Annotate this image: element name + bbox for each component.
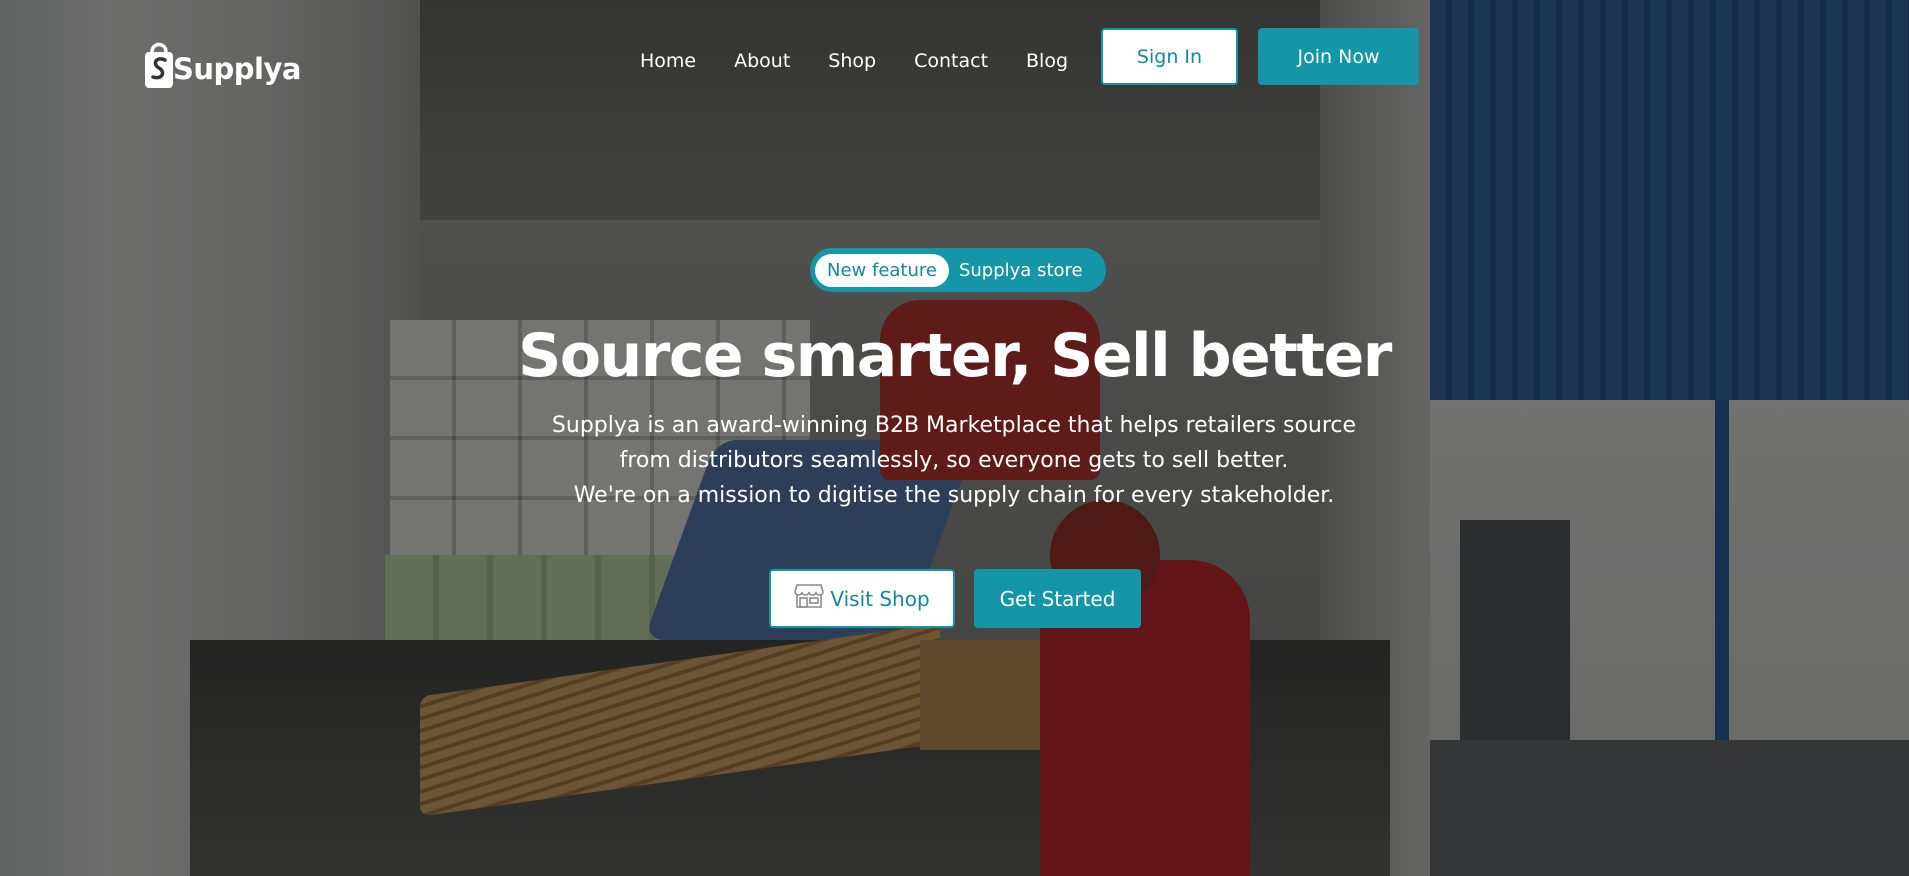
visit-shop-label: Visit Shop — [830, 586, 930, 611]
nav-link-blog[interactable]: Blog — [1026, 50, 1068, 72]
get-started-button[interactable]: Get Started — [974, 569, 1141, 628]
join-now-button[interactable]: Join Now — [1258, 28, 1419, 85]
hero-headline: Source smarter, Sell better — [518, 321, 1392, 391]
brand-name: Supplya — [173, 52, 301, 86]
nav-link-shop[interactable]: Shop — [828, 50, 876, 72]
new-feature-badge: New feature — [815, 253, 949, 287]
hero-description: Supplya is an award-winning B2B Marketpl… — [404, 408, 1504, 513]
storefront-icon — [794, 583, 825, 614]
main-nav: Home About Shop Contact Blog — [640, 50, 1106, 72]
nav-link-home[interactable]: Home — [640, 50, 696, 72]
description-line: from distributors seamlessly, so everyon… — [619, 448, 1289, 473]
hero-section: Supplya Home About Shop Contact Blog Sig… — [0, 0, 1909, 876]
description-line: We're on a mission to digitise the suppl… — [573, 483, 1335, 508]
nav-link-contact[interactable]: Contact — [914, 50, 988, 72]
description-line: Supplya is an award-winning B2B Marketpl… — [551, 413, 1357, 438]
visit-shop-button[interactable]: Visit Shop — [769, 569, 955, 628]
sign-in-button[interactable]: Sign In — [1101, 28, 1238, 85]
feature-announcement-pill[interactable]: New feature Supplya store — [810, 248, 1106, 292]
shopping-bag-icon — [144, 38, 174, 88]
nav-link-about[interactable]: About — [734, 50, 790, 72]
brand-logo[interactable]: Supplya — [144, 38, 301, 88]
feature-name: Supplya store — [958, 259, 1083, 281]
